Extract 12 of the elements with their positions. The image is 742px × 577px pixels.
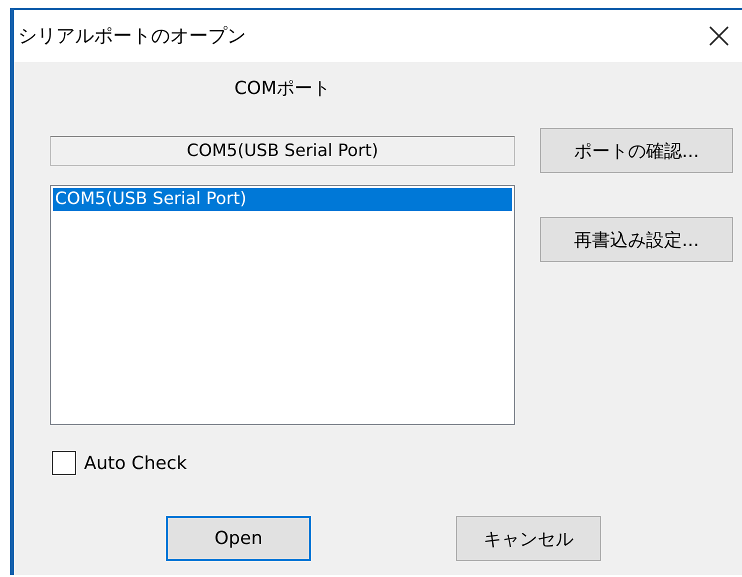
cancel-button[interactable]: キャンセル [456, 516, 601, 561]
current-port-field: COM5(USB Serial Port) [50, 136, 515, 166]
window-title: シリアルポートのオープン [18, 24, 246, 49]
open-button[interactable]: Open [166, 516, 311, 561]
auto-check-checkbox[interactable] [52, 451, 76, 475]
port-item[interactable]: COM5(USB Serial Port) [53, 188, 512, 211]
port-list[interactable]: COM5(USB Serial Port) [50, 185, 515, 425]
check-port-button[interactable]: ポートの確認... [540, 128, 733, 173]
rewrite-settings-button[interactable]: 再書込み設定... [540, 217, 733, 262]
port-label: COMポート [234, 77, 331, 101]
close-icon[interactable] [708, 25, 730, 47]
checkbox-label: Auto Check [84, 452, 187, 474]
